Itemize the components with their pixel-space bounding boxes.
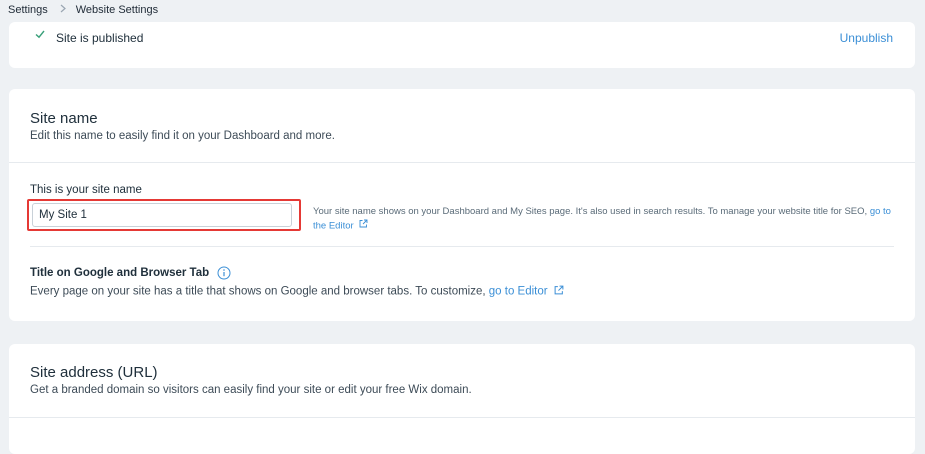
google-title-description: Every page on your site has a title that… [30,285,564,298]
external-link-icon[interactable] [359,219,368,233]
publish-status-text: Site is published [56,31,144,45]
google-title-desc-body: Every page on your site has a title that… [30,285,486,298]
check-icon [34,28,46,43]
site-address-subtitle: Get a branded domain so visitors can eas… [30,384,472,396]
section-divider [9,417,915,418]
breadcrumb: Settings Website Settings [0,0,925,20]
unpublish-button[interactable]: Unpublish [840,31,893,45]
site-name-subtitle: Edit this name to easily find it on your… [30,130,335,142]
section-divider [9,162,915,163]
site-name-help-text: Your site name shows on your Dashboard a… [313,205,903,234]
site-address-title: Site address (URL) [30,364,158,381]
site-name-help-body: Your site name shows on your Dashboard a… [313,206,868,217]
go-to-editor-link[interactable]: go to Editor [489,286,548,298]
site-name-input[interactable] [32,203,292,227]
site-name-title: Site name [30,110,98,127]
breadcrumb-settings[interactable]: Settings [8,4,48,16]
site-address-card: Site address (URL) Get a branded domain … [9,344,915,454]
site-name-field-label: This is your site name [30,184,142,196]
site-name-card: Site name Edit this name to easily find … [9,89,915,321]
external-link-icon[interactable] [554,285,564,298]
breadcrumb-website-settings: Website Settings [75,4,159,16]
chevron-right-icon [60,4,66,16]
google-title-heading: Title on Google and Browser Tab [30,267,210,279]
inner-divider [30,246,894,247]
info-icon[interactable] [217,266,231,285]
publish-status-card: Site is published Unpublish [9,22,915,68]
